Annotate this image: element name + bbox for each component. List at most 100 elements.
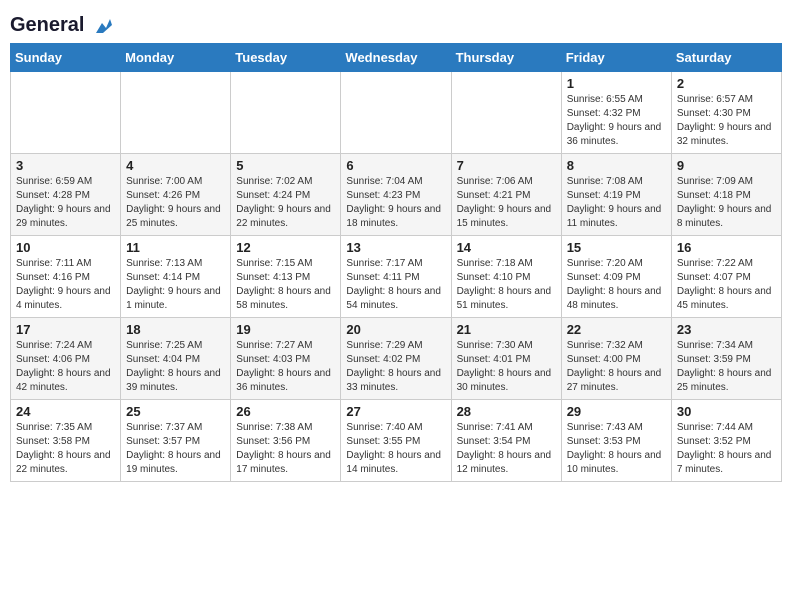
calendar-cell: 29 Sunrise: 7:43 AM Sunset: 3:53 PM Dayli… [561, 400, 671, 482]
day-info: Sunrise: 7:41 AM Sunset: 3:54 PM Dayligh… [457, 421, 556, 477]
day-info: Sunrise: 6:59 AM Sunset: 4:28 PM Dayligh… [16, 175, 115, 231]
day-header-saturday: Saturday [671, 44, 781, 72]
calendar-cell: 12 Sunrise: 7:15 AM Sunset: 4:13 PM Dayli… [231, 236, 341, 318]
day-info: Sunrise: 7:18 AM Sunset: 4:10 PM Dayligh… [457, 257, 556, 313]
day-number: 6 [346, 158, 445, 173]
day-info: Sunrise: 7:02 AM Sunset: 4:24 PM Dayligh… [236, 175, 335, 231]
day-number: 8 [567, 158, 666, 173]
calendar-week-row: 10 Sunrise: 7:11 AM Sunset: 4:16 PM Dayli… [11, 236, 782, 318]
header: General [10, 10, 782, 37]
calendar-cell: 15Sunrise: 7:20 AM Sunset: 4:09 PM Dayli… [561, 236, 671, 318]
calendar-cell: 27Sunrise: 7:40 AM Sunset: 3:55 PM Dayli… [341, 400, 451, 482]
calendar-cell: 9 Sunrise: 7:09 AM Sunset: 4:18 PM Daylig… [671, 154, 781, 236]
calendar-cell: 2 Sunrise: 6:57 AM Sunset: 4:30 PM Daylig… [671, 72, 781, 154]
day-info: Sunrise: 6:57 AM Sunset: 4:30 PM Dayligh… [677, 93, 776, 149]
calendar-cell: 13 Sunrise: 7:17 AM Sunset: 4:11 PM Dayli… [341, 236, 451, 318]
calendar-cell: 18 Sunrise: 7:25 AM Sunset: 4:04 PM Dayli… [121, 318, 231, 400]
calendar-cell [341, 72, 451, 154]
day-number: 1 [567, 76, 666, 91]
calendar-cell: 4 Sunrise: 7:00 AM Sunset: 4:26 PM Daylig… [121, 154, 231, 236]
calendar-cell: 24 Sunrise: 7:35 AM Sunset: 3:58 PM Dayli… [11, 400, 121, 482]
day-info: Sunrise: 7:06 AM Sunset: 4:21 PM Dayligh… [457, 175, 556, 231]
day-info: Sunrise: 7:29 AM Sunset: 4:02 PM Dayligh… [346, 339, 445, 395]
day-info: Sunrise: 7:15 AM Sunset: 4:13 PM Dayligh… [236, 257, 335, 313]
day-header-tuesday: Tuesday [231, 44, 341, 72]
day-header-sunday: Sunday [11, 44, 121, 72]
day-number: 14 [457, 240, 556, 255]
day-number: 28 [457, 404, 556, 419]
calendar-table: SundayMondayTuesdayWednesdayThursdayFrid… [10, 43, 782, 482]
calendar-cell: 28 Sunrise: 7:41 AM Sunset: 3:54 PM Dayli… [451, 400, 561, 482]
day-number: 11 [126, 240, 225, 255]
day-info: Sunrise: 7:22 AM Sunset: 4:07 PM Dayligh… [677, 257, 776, 313]
day-number: 22 [567, 322, 666, 337]
day-number: 17 [16, 322, 115, 337]
day-header-thursday: Thursday [451, 44, 561, 72]
day-number: 24 [16, 404, 115, 419]
calendar-cell: 19 Sunrise: 7:27 AM Sunset: 4:03 PM Dayli… [231, 318, 341, 400]
day-info: Sunrise: 7:35 AM Sunset: 3:58 PM Dayligh… [16, 421, 115, 477]
calendar-cell: 6Sunrise: 7:04 AM Sunset: 4:23 PM Daylig… [341, 154, 451, 236]
day-number: 2 [677, 76, 776, 91]
day-number: 21 [457, 322, 556, 337]
day-number: 7 [457, 158, 556, 173]
calendar-week-row: 24 Sunrise: 7:35 AM Sunset: 3:58 PM Dayli… [11, 400, 782, 482]
day-info: Sunrise: 7:40 AM Sunset: 3:55 PM Dayligh… [346, 421, 445, 477]
calendar-cell: 5Sunrise: 7:02 AM Sunset: 4:24 PM Daylig… [231, 154, 341, 236]
calendar-cell: 8 Sunrise: 7:08 AM Sunset: 4:19 PM Daylig… [561, 154, 671, 236]
calendar-week-row: 1 Sunrise: 6:55 AM Sunset: 4:32 PM Daylig… [11, 72, 782, 154]
day-info: Sunrise: 7:13 AM Sunset: 4:14 PM Dayligh… [126, 257, 225, 313]
logo: General [10, 14, 114, 37]
day-info: Sunrise: 7:17 AM Sunset: 4:11 PM Dayligh… [346, 257, 445, 313]
calendar-cell: 3 Sunrise: 6:59 AM Sunset: 4:28 PM Daylig… [11, 154, 121, 236]
day-number: 20 [346, 322, 445, 337]
calendar-cell: 30Sunrise: 7:44 AM Sunset: 3:52 PM Dayli… [671, 400, 781, 482]
day-number: 9 [677, 158, 776, 173]
day-number: 16 [677, 240, 776, 255]
calendar-cell: 22Sunrise: 7:32 AM Sunset: 4:00 PM Dayli… [561, 318, 671, 400]
calendar-cell [231, 72, 341, 154]
calendar-cell: 17 Sunrise: 7:24 AM Sunset: 4:06 PM Dayli… [11, 318, 121, 400]
day-info: Sunrise: 7:09 AM Sunset: 4:18 PM Dayligh… [677, 175, 776, 231]
day-number: 26 [236, 404, 335, 419]
calendar-cell: 20 Sunrise: 7:29 AM Sunset: 4:02 PM Dayli… [341, 318, 451, 400]
day-info: Sunrise: 7:37 AM Sunset: 3:57 PM Dayligh… [126, 421, 225, 477]
calendar-week-row: 17 Sunrise: 7:24 AM Sunset: 4:06 PM Dayli… [11, 318, 782, 400]
day-number: 18 [126, 322, 225, 337]
calendar-cell: 10 Sunrise: 7:11 AM Sunset: 4:16 PM Dayli… [11, 236, 121, 318]
day-number: 19 [236, 322, 335, 337]
calendar-cell: 26Sunrise: 7:38 AM Sunset: 3:56 PM Dayli… [231, 400, 341, 482]
day-number: 10 [16, 240, 115, 255]
calendar-cell: 11 Sunrise: 7:13 AM Sunset: 4:14 PM Dayli… [121, 236, 231, 318]
day-info: Sunrise: 7:20 AM Sunset: 4:09 PM Dayligh… [567, 257, 666, 313]
day-number: 12 [236, 240, 335, 255]
day-info: Sunrise: 7:30 AM Sunset: 4:01 PM Dayligh… [457, 339, 556, 395]
day-info: Sunrise: 7:08 AM Sunset: 4:19 PM Dayligh… [567, 175, 666, 231]
day-number: 4 [126, 158, 225, 173]
calendar-cell [121, 72, 231, 154]
day-info: Sunrise: 7:27 AM Sunset: 4:03 PM Dayligh… [236, 339, 335, 395]
calendar-cell [451, 72, 561, 154]
day-number: 13 [346, 240, 445, 255]
calendar-cell: 14 Sunrise: 7:18 AM Sunset: 4:10 PM Dayli… [451, 236, 561, 318]
calendar-cell: 7 Sunrise: 7:06 AM Sunset: 4:21 PM Daylig… [451, 154, 561, 236]
day-info: Sunrise: 7:00 AM Sunset: 4:26 PM Dayligh… [126, 175, 225, 231]
day-info: Sunrise: 7:11 AM Sunset: 4:16 PM Dayligh… [16, 257, 115, 313]
day-number: 29 [567, 404, 666, 419]
day-info: Sunrise: 7:25 AM Sunset: 4:04 PM Dayligh… [126, 339, 225, 395]
calendar-cell: 23Sunrise: 7:34 AM Sunset: 3:59 PM Dayli… [671, 318, 781, 400]
day-info: Sunrise: 7:43 AM Sunset: 3:53 PM Dayligh… [567, 421, 666, 477]
day-number: 3 [16, 158, 115, 173]
logo-bird-icon [92, 15, 114, 37]
calendar-cell: 21 Sunrise: 7:30 AM Sunset: 4:01 PM Dayli… [451, 318, 561, 400]
day-number: 23 [677, 322, 776, 337]
day-header-monday: Monday [121, 44, 231, 72]
logo-line1: General [10, 14, 114, 37]
day-info: Sunrise: 7:44 AM Sunset: 3:52 PM Dayligh… [677, 421, 776, 477]
day-info: Sunrise: 6:55 AM Sunset: 4:32 PM Dayligh… [567, 93, 666, 149]
day-info: Sunrise: 7:24 AM Sunset: 4:06 PM Dayligh… [16, 339, 115, 395]
calendar-header-row: SundayMondayTuesdayWednesdayThursdayFrid… [11, 44, 782, 72]
day-header-wednesday: Wednesday [341, 44, 451, 72]
calendar-week-row: 3 Sunrise: 6:59 AM Sunset: 4:28 PM Daylig… [11, 154, 782, 236]
calendar-cell: 16 Sunrise: 7:22 AM Sunset: 4:07 PM Dayli… [671, 236, 781, 318]
